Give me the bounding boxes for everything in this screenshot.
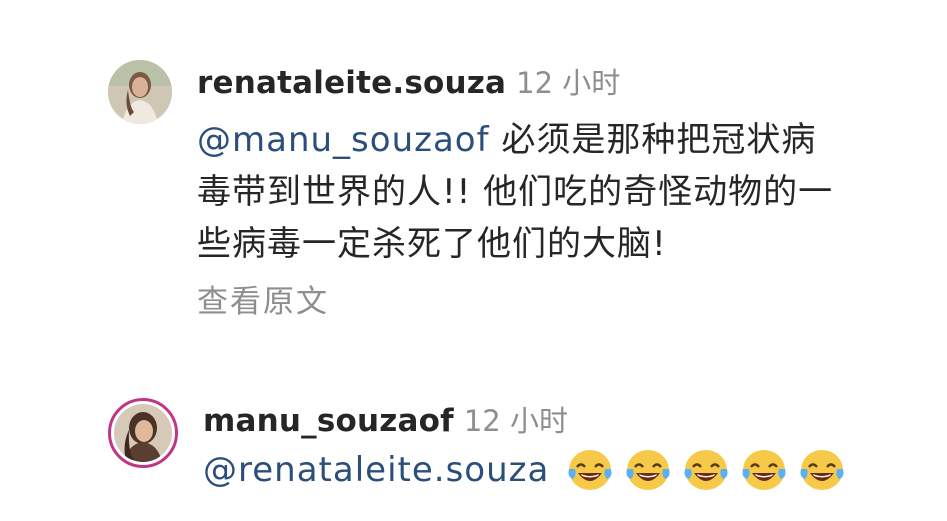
comment-timestamp: 12 小时 (463, 404, 568, 438)
see-original-link[interactable]: 查看原文 (197, 276, 847, 321)
user-avatar-icon (114, 404, 172, 462)
user-avatar-icon (108, 60, 172, 124)
mention-link[interactable]: @renataleite.souza (203, 444, 549, 496)
avatar[interactable] (108, 398, 178, 468)
comment-item: renataleite.souza 12 小时 @manu_souzaof 必须… (108, 60, 847, 321)
comment-thread: renataleite.souza 12 小时 @manu_souzaof 必须… (0, 0, 947, 521)
face-with-tears-of-joy-icon (684, 450, 728, 490)
mention-link[interactable]: @manu_souzaof (197, 120, 490, 160)
avatar[interactable] (108, 60, 172, 124)
face-with-tears-of-joy-icon (568, 450, 612, 490)
face-with-tears-of-joy-icon (626, 450, 670, 490)
comment-item: manu_souzaof 12 小时 @renataleite.souza (108, 398, 853, 496)
comment-timestamp: 12 小时 (516, 66, 621, 100)
comment-username[interactable]: manu_souzaof (203, 403, 454, 439)
comment-text: @manu_souzaof 必须是那种把冠状病毒带到世界的人!! 他们吃的奇怪动… (197, 114, 847, 270)
comment-username[interactable]: renataleite.souza (197, 65, 506, 101)
comment-text: @renataleite.souza (203, 444, 853, 496)
face-with-tears-of-joy-icon (800, 450, 844, 490)
emoji-row (565, 447, 847, 493)
face-with-tears-of-joy-icon (742, 450, 786, 490)
